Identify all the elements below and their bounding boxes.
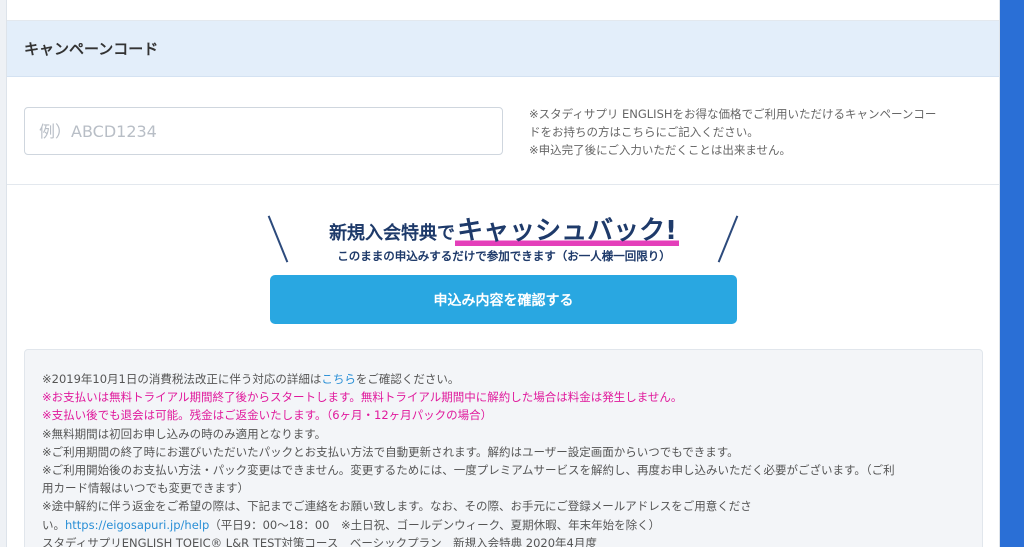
cashback-headline: 新規入会特典でキャッシュバック! bbox=[7, 210, 999, 247]
notice-line: スタディサプリENGLISH TOEIC® L&R TEST対策コース ベーシッ… bbox=[42, 535, 597, 547]
notice-line: ※途中解約に伴う返金をご希望の際は、下記までご連絡をお願い致します。なお、その際… bbox=[42, 499, 752, 514]
campaign-code-input[interactable] bbox=[24, 107, 503, 155]
notice-box: ※2019年10月1日の消費税法改正に伴う対応の詳細はこちらをご確認ください。 … bbox=[24, 349, 983, 547]
notice-line: ※2019年10月1日の消費税法改正に伴う対応の詳細はこちらをご確認ください。 bbox=[42, 370, 965, 388]
notice-text: ※2019年10月1日の消費税法改正に伴う対応の詳細は bbox=[42, 372, 322, 386]
notice-line-warning: ※支払い後でも退会は可能。残金はご返金いたします。（6ヶ月・12ヶ月パックの場合… bbox=[42, 408, 493, 423]
notice-text: い。 bbox=[42, 517, 65, 532]
notice-line: い。https://eigosapuri.jp/help（平日9：00〜18：0… bbox=[42, 516, 965, 534]
form-panel: キャンペーンコード ※スタディサプリ ENGLISHをお得な価格でご利用いただけ… bbox=[6, 0, 1000, 547]
campaign-note-line: ※スタディサプリ ENGLISHをお得な価格でご利用いただけるキャンペーンコー bbox=[529, 107, 937, 121]
notice-line: ※無料期間は初回お申し込みの時のみ適用となります。 bbox=[42, 426, 327, 441]
cashback-highlight: キャッシュバック! bbox=[455, 216, 679, 246]
notice-line: 用カード情報はいつでも変更できます） bbox=[42, 481, 249, 496]
cashback-banner: 新規入会特典でキャッシュバック! このままの申込みするだけで参加できます（お一人… bbox=[7, 208, 999, 268]
campaign-code-notes: ※スタディサプリ ENGLISHをお得な価格でご利用いただけるキャンペーンコー … bbox=[529, 105, 979, 159]
confirm-application-button[interactable]: 申込み内容を確認する bbox=[270, 275, 737, 324]
help-link[interactable]: https://eigosapuri.jp/help bbox=[65, 518, 209, 532]
page-background-right bbox=[1000, 0, 1024, 547]
previous-section-bottom bbox=[7, 0, 999, 21]
campaign-code-header: キャンペーンコード bbox=[7, 21, 999, 77]
campaign-code-title: キャンペーンコード bbox=[24, 40, 159, 58]
notice-line: ※ご利用開始後のお支払い方法・パック変更はできません。変更するためには、一度プレ… bbox=[42, 463, 895, 478]
notice-line: ※ご利用期間の終了時にお選びいただいたパックとお支払い方法で自動更新されます。解… bbox=[42, 444, 739, 459]
tax-details-link[interactable]: こちら bbox=[321, 372, 356, 386]
campaign-code-row: ※スタディサプリ ENGLISHをお得な価格でご利用いただけるキャンペーンコー … bbox=[7, 77, 999, 185]
cashback-subtitle: このままの申込みするだけで参加できます（お一人様一回限り） bbox=[337, 249, 671, 263]
cashback-prefix: 新規入会特典で bbox=[329, 223, 456, 244]
notice-text: をご確認ください。 bbox=[355, 372, 460, 386]
campaign-note-line: ドをお持ちの方はこちらにご記入ください。 bbox=[529, 125, 759, 139]
campaign-note-line: ※申込完了後にご入力いただくことは出来ません。 bbox=[529, 143, 792, 157]
notice-text: （平日9：00〜18：00 ※土日祝、ゴールデンウィーク、夏期休暇、年末年始を除… bbox=[209, 517, 661, 532]
notice-line-warning: ※お支払いは無料トライアル期間終了後からスタートします。無料トライアル期間中に解… bbox=[42, 390, 683, 405]
